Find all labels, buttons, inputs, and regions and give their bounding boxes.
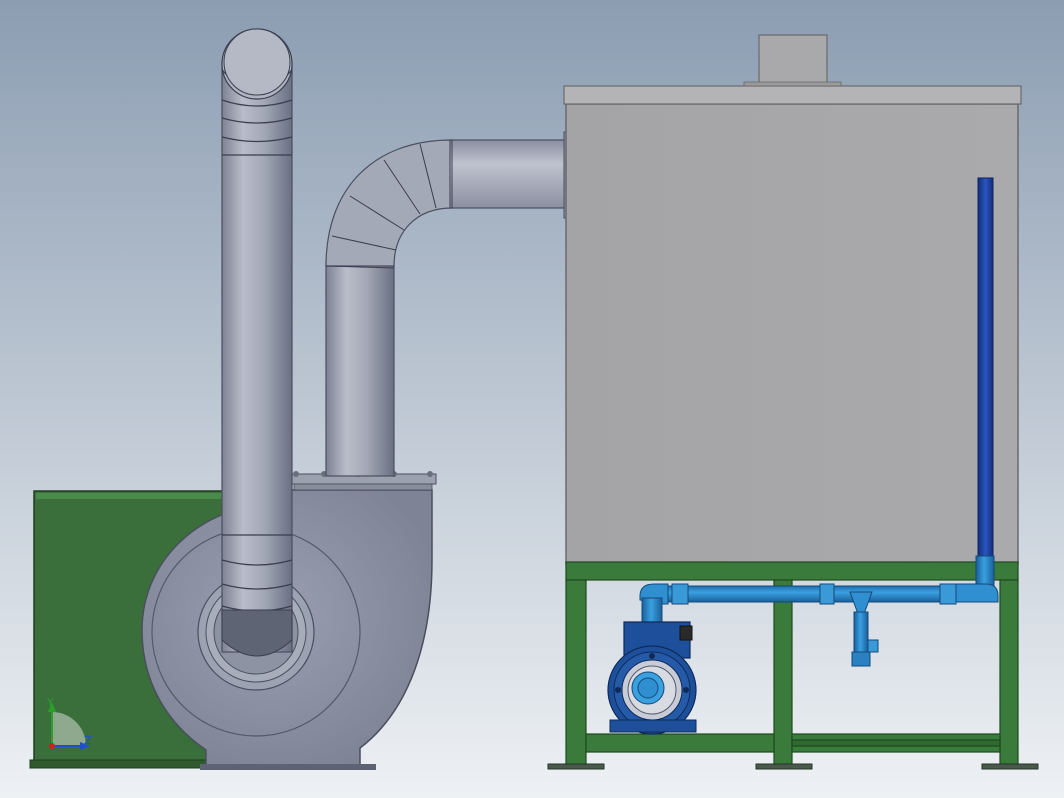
cad-viewport[interactable]: Y Z (0, 0, 1064, 798)
cad-scene[interactable]: Y Z (0, 0, 1064, 798)
tank-outlet-collar[interactable] (743, 34, 842, 87)
level-gauge-tube[interactable] (977, 177, 994, 567)
triad-y-label: Y (46, 696, 54, 709)
exhaust-stack[interactable] (221, 28, 293, 657)
triad-z-label: Z (84, 734, 92, 747)
treatment-tank[interactable] (563, 85, 1022, 565)
